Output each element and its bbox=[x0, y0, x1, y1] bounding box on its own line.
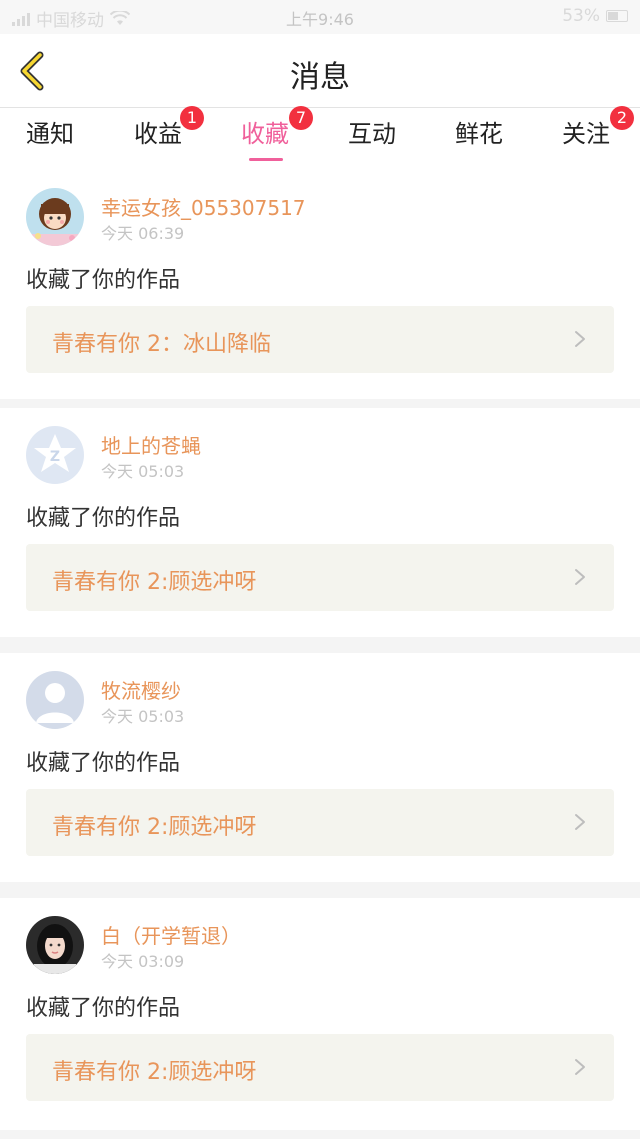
tab-label: 收益 bbox=[134, 120, 182, 148]
message-item: 幸运女孩_055307517 今天 06:39 收藏了你的作品 青春有你 2：冰… bbox=[0, 170, 640, 399]
user-avatar[interactable] bbox=[26, 671, 84, 729]
tab-label: 收藏 bbox=[241, 120, 289, 148]
tab-earnings[interactable]: 收益 1 bbox=[134, 106, 204, 164]
work-link[interactable]: 青春有你 2:顾选冲呀 bbox=[26, 1034, 614, 1101]
tab-label: 通知 bbox=[26, 120, 74, 148]
chevron-right-icon bbox=[575, 1059, 585, 1075]
message-action: 收藏了你的作品 bbox=[26, 506, 181, 531]
tab-flowers[interactable]: 鲜花 bbox=[455, 114, 503, 164]
message-action: 收藏了你的作品 bbox=[26, 268, 181, 293]
tab-label: 鲜花 bbox=[455, 120, 503, 148]
work-title: 青春有你 2：冰山降临 bbox=[52, 332, 271, 357]
user-avatar[interactable] bbox=[26, 916, 84, 974]
username[interactable]: 地上的苍蝇 bbox=[101, 430, 201, 459]
battery-group: 53% bbox=[562, 6, 628, 26]
tab-bar: 通知 收益 1 收藏 7 互动 鲜花 关注 2 bbox=[0, 106, 640, 170]
message-time: 今天 05:03 bbox=[101, 707, 185, 726]
unread-badge: 7 bbox=[289, 106, 313, 130]
message-item: 牧流樱纱 今天 05:03 收藏了你的作品 青春有你 2:顾选冲呀 bbox=[0, 653, 640, 882]
work-title: 青春有你 2:顾选冲呀 bbox=[52, 570, 257, 595]
work-link[interactable]: 青春有你 2：冰山降临 bbox=[26, 306, 614, 373]
tab-label: 互动 bbox=[348, 120, 396, 148]
tab-label: 关注 bbox=[562, 120, 610, 148]
work-link[interactable]: 青春有你 2:顾选冲呀 bbox=[26, 789, 614, 856]
chevron-right-icon bbox=[575, 331, 585, 347]
battery-icon bbox=[606, 10, 628, 22]
tab-follows[interactable]: 关注 2 bbox=[562, 106, 634, 164]
chevron-right-icon bbox=[575, 814, 585, 830]
user-avatar[interactable] bbox=[26, 188, 84, 246]
unread-badge: 1 bbox=[180, 106, 204, 130]
cartoon-girl-avatar-icon bbox=[26, 188, 84, 246]
chevron-right-icon bbox=[575, 569, 585, 585]
username[interactable]: 牧流樱纱 bbox=[101, 675, 181, 704]
message-time: 今天 06:39 bbox=[101, 224, 185, 243]
qq-default-avatar-icon: Z bbox=[26, 426, 84, 484]
default-person-avatar-icon bbox=[26, 671, 84, 729]
active-tab-indicator bbox=[249, 158, 283, 161]
tab-favorites[interactable]: 收藏 7 bbox=[241, 106, 313, 164]
work-title: 青春有你 2:顾选冲呀 bbox=[52, 815, 257, 840]
message-time: 今天 03:09 bbox=[101, 952, 185, 971]
status-time: 上午9:46 bbox=[286, 10, 354, 29]
work-link[interactable]: 青春有你 2:顾选冲呀 bbox=[26, 544, 614, 611]
tab-notifications[interactable]: 通知 bbox=[26, 114, 74, 164]
message-item: 白（开学暂退） 今天 03:09 收藏了你的作品 青春有你 2:顾选冲呀 bbox=[0, 898, 640, 1130]
user-avatar[interactable]: Z bbox=[26, 426, 84, 484]
battery-percent: 53% bbox=[562, 6, 600, 26]
unread-badge: 2 bbox=[610, 106, 634, 130]
svg-text:Z: Z bbox=[50, 449, 60, 465]
work-title: 青春有你 2:顾选冲呀 bbox=[52, 1060, 257, 1085]
username[interactable]: 幸运女孩_055307517 bbox=[101, 192, 306, 221]
navigation-header: 消息 bbox=[0, 34, 640, 108]
message-item: Z 地上的苍蝇 今天 05:03 收藏了你的作品 青春有你 2:顾选冲呀 bbox=[0, 408, 640, 637]
photo-girl-avatar-icon bbox=[26, 916, 84, 974]
username[interactable]: 白（开学暂退） bbox=[101, 920, 241, 949]
message-action: 收藏了你的作品 bbox=[26, 751, 181, 776]
message-time: 今天 05:03 bbox=[101, 462, 185, 481]
message-action: 收藏了你的作品 bbox=[26, 996, 181, 1021]
status-bar: 中国移动 上午9:46 53% bbox=[0, 0, 640, 34]
page-title: 消息 bbox=[290, 60, 350, 95]
tab-interactions[interactable]: 互动 bbox=[348, 114, 396, 164]
